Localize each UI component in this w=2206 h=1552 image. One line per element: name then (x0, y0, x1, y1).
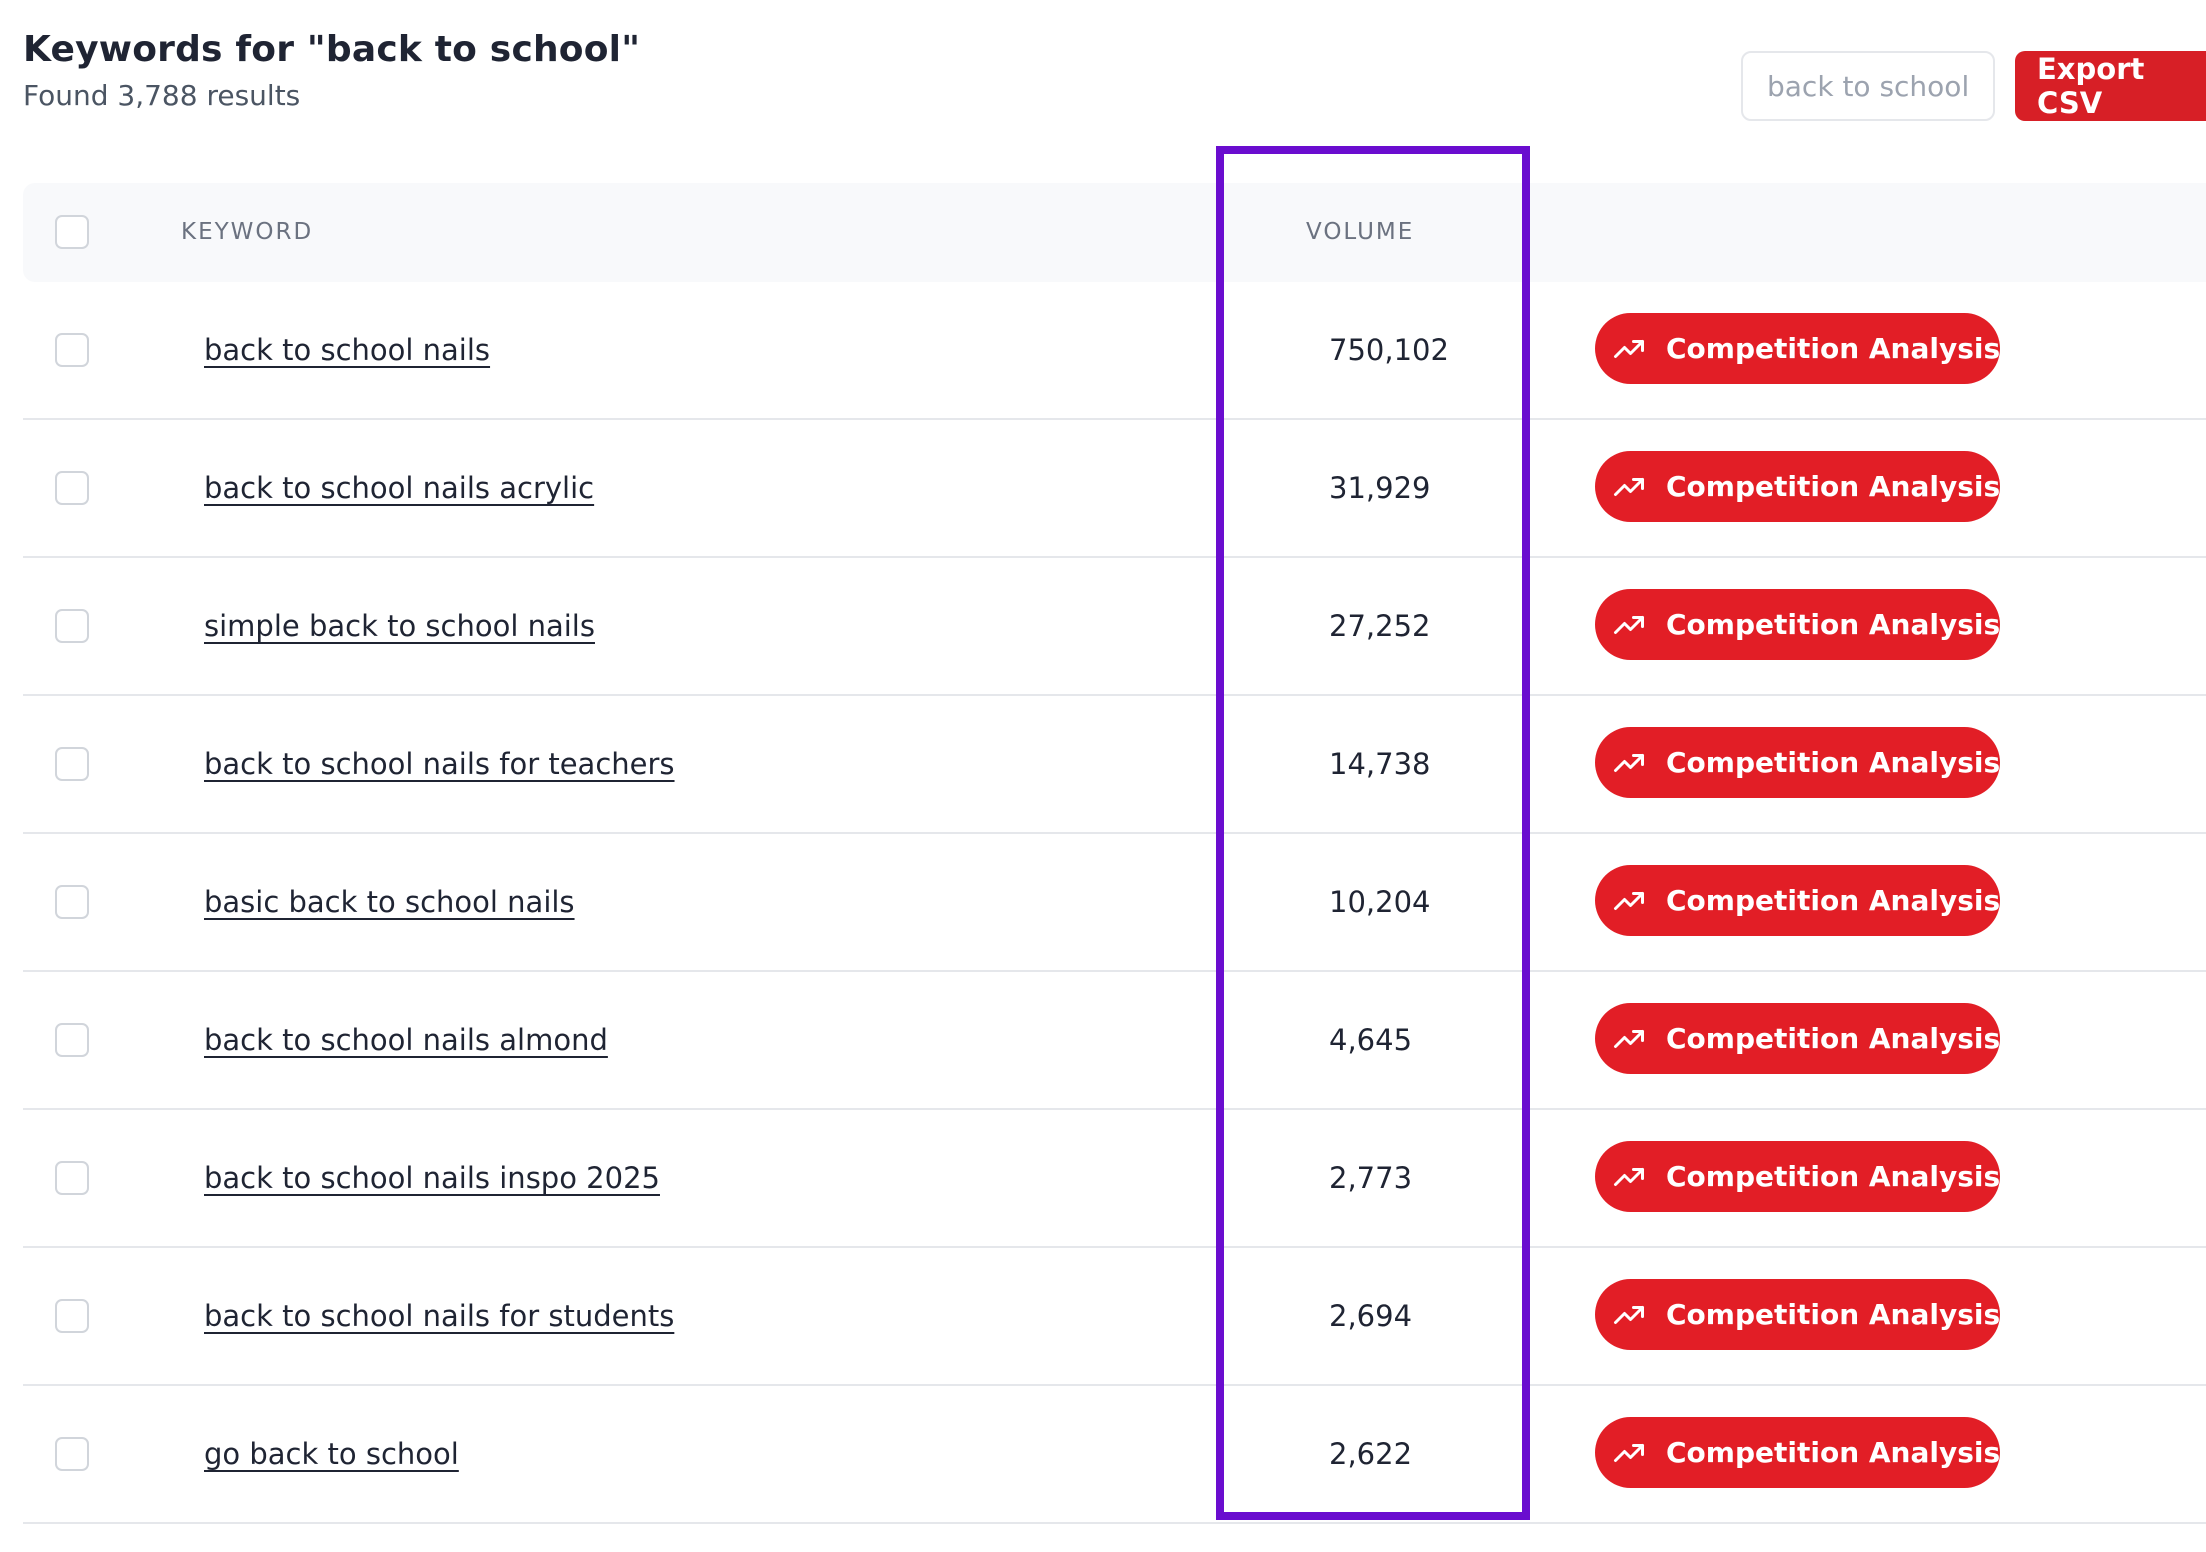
volume-value: 14,738 (1329, 747, 1431, 781)
table-row: back to school nails inspo 2025 2,773 Co… (23, 1110, 2206, 1248)
trending-up-icon (1614, 1030, 1644, 1048)
page-header: Keywords for "back to school" Found 3,78… (23, 24, 640, 116)
results-count: Found 3,788 results (23, 79, 301, 112)
competition-analysis-button[interactable]: Competition Analysis (1595, 1003, 2000, 1074)
volume-column-header[interactable]: VOLUME (1306, 183, 1414, 282)
keyword-link[interactable]: back to school nails for students (204, 1248, 674, 1384)
table-row: back to school nails 750,102 Competition… (23, 282, 2206, 420)
row-checkbox[interactable] (55, 609, 89, 643)
keyword-column-header: KEYWORD (181, 219, 314, 245)
competition-analysis-button[interactable]: Competition Analysis (1595, 865, 2000, 936)
row-checkbox[interactable] (55, 471, 89, 505)
row-checkbox[interactable] (55, 1299, 89, 1333)
competition-analysis-label: Competition Analysis (1666, 1022, 2001, 1055)
table-header: KEYWORD VOLUME (23, 183, 2206, 282)
volume-value: 750,102 (1329, 333, 1449, 367)
volume-value: 10,204 (1329, 885, 1431, 919)
table-row: simple back to school nails 27,252 Compe… (23, 558, 2206, 696)
row-checkbox[interactable] (55, 747, 89, 781)
table-row: back to school nails acrylic 31,929 Comp… (23, 420, 2206, 558)
keyword-link[interactable]: back to school nails almond (204, 972, 608, 1108)
page-title: Keywords for "back to school" (23, 29, 641, 70)
export-csv-button[interactable]: Export CSV (2015, 51, 2206, 121)
competition-analysis-button[interactable]: Competition Analysis (1595, 451, 2000, 522)
competition-analysis-label: Competition Analysis (1666, 1160, 2001, 1193)
keyword-link[interactable]: go back to school (204, 1386, 459, 1522)
row-checkbox[interactable] (55, 1161, 89, 1195)
keyword-link[interactable]: basic back to school nails (204, 834, 575, 970)
competition-analysis-button[interactable]: Competition Analysis (1595, 589, 2000, 660)
competition-analysis-button[interactable]: Competition Analysis (1595, 1141, 2000, 1212)
competition-analysis-button[interactable]: Competition Analysis (1595, 1279, 2000, 1350)
competition-analysis-label: Competition Analysis (1666, 1298, 2001, 1331)
trending-up-icon (1614, 340, 1644, 358)
keyword-link[interactable]: simple back to school nails (204, 558, 595, 694)
competition-analysis-label: Competition Analysis (1666, 608, 2001, 641)
row-checkbox[interactable] (55, 1023, 89, 1057)
trending-up-icon (1614, 1306, 1644, 1324)
competition-analysis-label: Competition Analysis (1666, 746, 2001, 779)
competition-analysis-label: Competition Analysis (1666, 1436, 2001, 1469)
row-checkbox[interactable] (55, 885, 89, 919)
trending-up-icon (1614, 616, 1644, 634)
keyword-link[interactable]: back to school nails (204, 282, 490, 418)
row-checkbox[interactable] (55, 333, 89, 367)
keyword-link[interactable]: back to school nails inspo 2025 (204, 1110, 660, 1246)
volume-value: 27,252 (1329, 609, 1431, 643)
volume-value: 2,694 (1329, 1299, 1413, 1333)
competition-analysis-label: Competition Analysis (1666, 332, 2001, 365)
trending-up-icon (1614, 1168, 1644, 1186)
table-row: back to school nails for teachers 14,738… (23, 696, 2206, 834)
competition-analysis-button[interactable]: Competition Analysis (1595, 313, 2000, 384)
keyword-link[interactable]: back to school nails acrylic (204, 420, 594, 556)
table-row: basic back to school nails 10,204 Compet… (23, 834, 2206, 972)
select-all-checkbox[interactable] (55, 215, 89, 249)
volume-value: 31,929 (1329, 471, 1431, 505)
table-body: back to school nails 750,102 Competition… (23, 282, 2206, 1524)
table-row: go back to school 2,622 Competition Anal… (23, 1386, 2206, 1524)
trending-up-icon (1614, 478, 1644, 496)
competition-analysis-button[interactable]: Competition Analysis (1595, 727, 2000, 798)
row-checkbox[interactable] (55, 1437, 89, 1471)
search-input[interactable] (1741, 51, 1995, 121)
volume-value: 2,622 (1329, 1437, 1413, 1471)
trending-up-icon (1614, 892, 1644, 910)
trending-up-icon (1614, 754, 1644, 772)
table-row: back to school nails for students 2,694 … (23, 1248, 2206, 1386)
keywords-table: KEYWORD VOLUME back to school nails 750,… (23, 183, 2206, 1524)
competition-analysis-label: Competition Analysis (1666, 884, 2001, 917)
volume-value: 4,645 (1329, 1023, 1413, 1057)
table-row: back to school nails almond 4,645 Compet… (23, 972, 2206, 1110)
competition-analysis-button[interactable]: Competition Analysis (1595, 1417, 2000, 1488)
keyword-link[interactable]: back to school nails for teachers (204, 696, 675, 832)
competition-analysis-label: Competition Analysis (1666, 470, 2001, 503)
volume-value: 2,773 (1329, 1161, 1413, 1195)
trending-up-icon (1614, 1444, 1644, 1462)
